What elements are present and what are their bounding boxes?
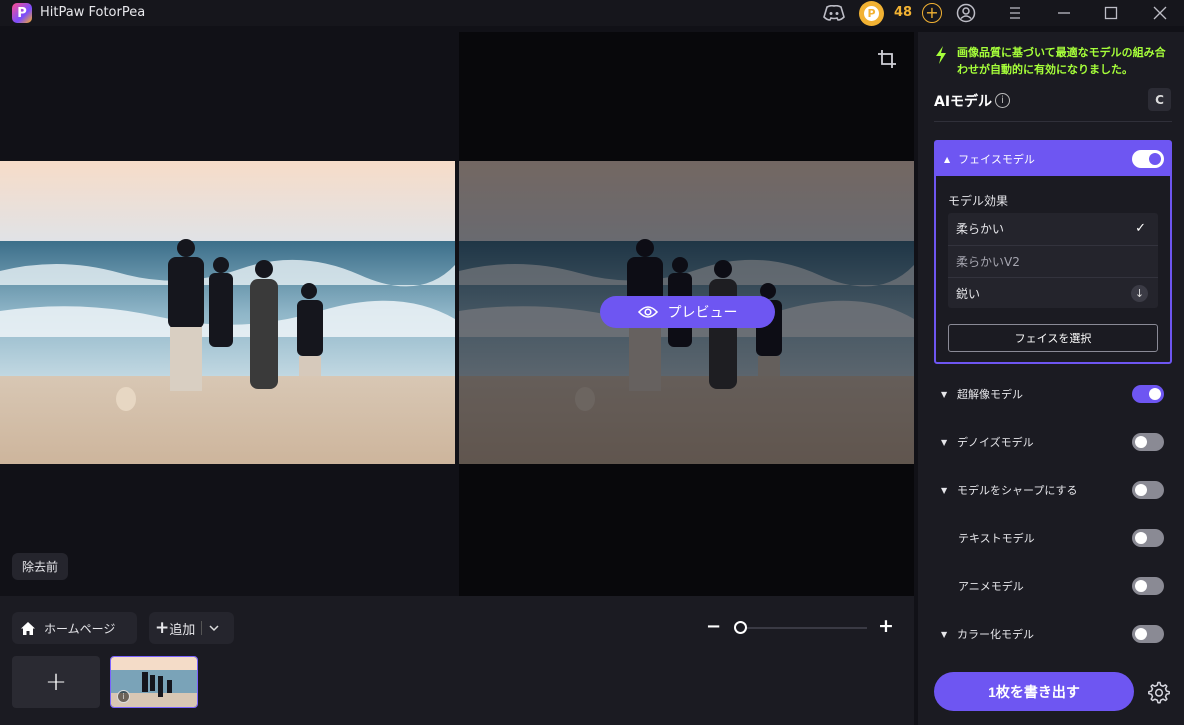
model-label: テキストモデル bbox=[958, 532, 1035, 545]
model-label: デノイズモデル bbox=[957, 436, 1034, 449]
caret-down-icon: ▼ bbox=[941, 437, 948, 447]
model-row-super-resolution[interactable]: ▼ 超解像モデル bbox=[934, 381, 1172, 407]
minimize-icon[interactable] bbox=[1053, 3, 1075, 23]
model-label: モデルをシャープにする bbox=[957, 484, 1078, 497]
hamburger-menu-icon[interactable] bbox=[1004, 3, 1026, 23]
caret-down-icon: ▼ bbox=[941, 629, 948, 639]
model-effect-list: 柔らかい ✓ 柔らかいV2 鋭い ↓ bbox=[948, 213, 1158, 308]
zoom-slider-handle[interactable] bbox=[734, 621, 747, 634]
refresh-icon[interactable]: C bbox=[1148, 88, 1171, 111]
panel-divider bbox=[934, 121, 1172, 122]
chevron-down-icon[interactable] bbox=[208, 624, 220, 632]
face-model-toggle[interactable] bbox=[1132, 150, 1164, 168]
download-icon[interactable]: ↓ bbox=[1131, 284, 1148, 302]
close-icon[interactable] bbox=[1149, 3, 1171, 23]
title-bar: P HitPaw FotorPea P 48 + bbox=[0, 0, 1184, 26]
before-label: 除去前 bbox=[12, 553, 69, 580]
model-row-text[interactable]: テキストモデル bbox=[934, 525, 1172, 551]
eye-icon bbox=[637, 306, 658, 318]
caret-down-icon: ▼ bbox=[941, 389, 948, 399]
model-label: 超解像モデル bbox=[957, 388, 1023, 401]
add-separator bbox=[201, 621, 203, 635]
effect-option-sharp[interactable]: 鋭い ↓ bbox=[948, 277, 1158, 308]
face-model-label: フェイスモデル bbox=[958, 153, 1035, 166]
export-button[interactable]: 1枚を書き出す bbox=[934, 672, 1134, 711]
model-label: アニメモデル bbox=[958, 580, 1024, 593]
zoom-slider-track[interactable] bbox=[740, 627, 867, 629]
add-label: 追加 bbox=[169, 622, 196, 638]
caret-up-icon: ▲ bbox=[944, 154, 951, 164]
effect-option-soft-v2[interactable]: 柔らかいV2 bbox=[948, 245, 1158, 276]
coin-icon[interactable]: P bbox=[859, 1, 884, 26]
add-button[interactable]: + 追加 bbox=[149, 612, 234, 644]
user-circle-icon[interactable] bbox=[955, 3, 977, 23]
add-image-tile[interactable]: + bbox=[12, 656, 100, 708]
coin-glyph: P bbox=[864, 6, 879, 21]
model-row-colorize[interactable]: ▼ カラー化モデル bbox=[934, 621, 1172, 647]
preview-button[interactable]: プレビュー bbox=[600, 296, 775, 328]
auto-enable-notice: 画像品質に基づいて最適なモデルの組み合わせが自動的に有効になりました。 bbox=[942, 44, 1174, 78]
anime-model-toggle[interactable] bbox=[1132, 577, 1164, 595]
crop-icon[interactable] bbox=[876, 48, 898, 70]
model-row-anime[interactable]: アニメモデル bbox=[934, 573, 1172, 599]
effect-label: 柔らかい bbox=[956, 222, 1005, 236]
sharpen-toggle[interactable] bbox=[1132, 481, 1164, 499]
effect-label: 鋭い bbox=[956, 286, 981, 301]
denoise-toggle[interactable] bbox=[1132, 433, 1164, 451]
app-logo-icon: P bbox=[12, 3, 32, 23]
model-label: カラー化モデル bbox=[957, 628, 1034, 641]
select-face-button[interactable]: フェイスを選択 bbox=[948, 324, 1158, 352]
face-model-header[interactable]: ▲ フェイスモデル bbox=[936, 142, 1170, 176]
notice-text: 画像品質に基づいて最適なモデルの組み合わせが自動的に有効になりました。 bbox=[957, 46, 1166, 76]
zoom-in-button[interactable]: + bbox=[878, 617, 894, 636]
face-model-card: ▲ フェイスモデル モデル効果 柔らかい ✓ 柔らかいV2 鋭い ↓ フェイスを… bbox=[934, 140, 1172, 364]
info-icon[interactable]: i bbox=[995, 93, 1010, 108]
info-icon[interactable]: i bbox=[117, 690, 130, 703]
add-plus-icon: + bbox=[155, 618, 170, 638]
super-resolution-toggle[interactable] bbox=[1132, 385, 1164, 403]
check-icon: ✓ bbox=[1135, 221, 1146, 236]
ai-model-title: AIモデル bbox=[934, 94, 993, 110]
plus-circle-icon[interactable]: + bbox=[922, 3, 942, 23]
effect-option-soft[interactable]: 柔らかい ✓ bbox=[948, 213, 1158, 244]
effect-label: 柔らかいV2 bbox=[956, 254, 1020, 269]
text-model-toggle[interactable] bbox=[1132, 529, 1164, 547]
model-row-denoise[interactable]: ▼ デノイズモデル bbox=[934, 429, 1172, 455]
app-window: P HitPaw FotorPea P 48 + プレビュー 除去前 ホームペー… bbox=[0, 0, 1184, 725]
app-title: HitPaw FotorPea bbox=[40, 5, 146, 20]
caret-down-icon: ▼ bbox=[941, 485, 948, 495]
credits-count: 48 bbox=[894, 5, 913, 20]
image-thumbnail[interactable]: i bbox=[110, 656, 198, 708]
home-label: ホームページ bbox=[44, 621, 116, 636]
home-icon bbox=[21, 621, 35, 635]
original-image bbox=[0, 161, 455, 464]
home-button[interactable]: ホームページ bbox=[12, 612, 137, 644]
gear-icon[interactable] bbox=[1146, 680, 1170, 704]
bottom-bar: ホームページ + 追加 − + + i bbox=[0, 596, 914, 725]
model-row-sharpen[interactable]: ▼ モデルをシャープにする bbox=[934, 477, 1172, 503]
discord-icon[interactable] bbox=[823, 3, 845, 23]
zoom-out-button[interactable]: − bbox=[706, 618, 721, 636]
colorize-toggle[interactable] bbox=[1132, 625, 1164, 643]
preview-label: プレビュー bbox=[667, 304, 738, 320]
maximize-icon[interactable] bbox=[1100, 3, 1122, 23]
model-effect-title: モデル効果 bbox=[948, 194, 1009, 208]
